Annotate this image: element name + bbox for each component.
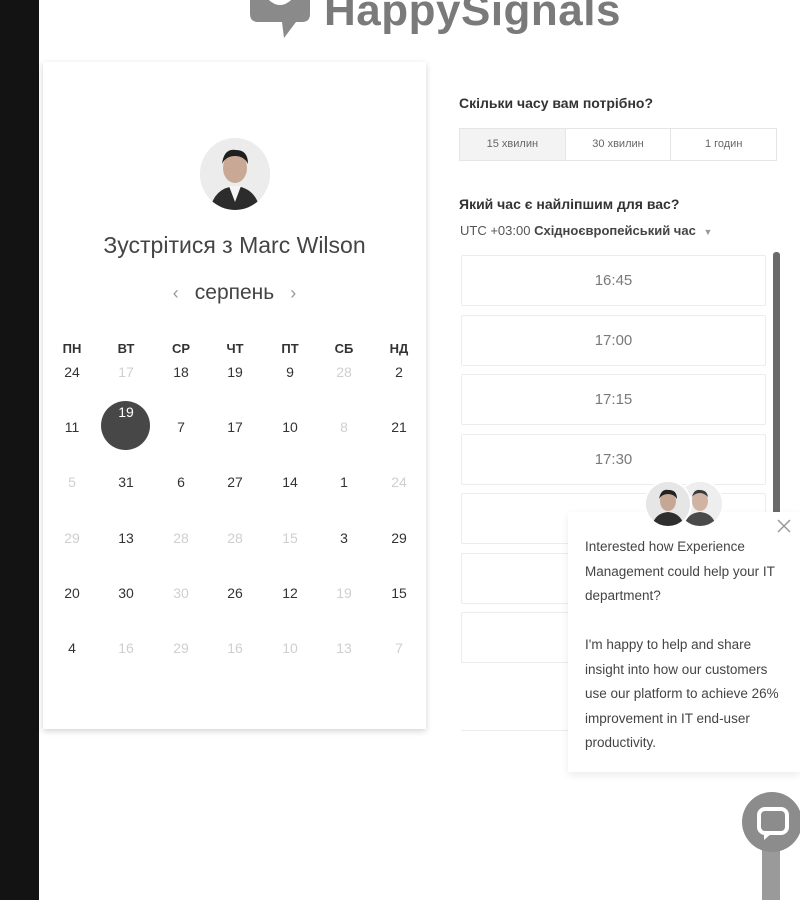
brand-name: HappySignals [324, 0, 621, 35]
timezone-offset: UTC +03:00 [460, 223, 531, 238]
calendar-day: 29 [64, 530, 80, 546]
duration-option[interactable]: 1 годин [671, 129, 776, 160]
calendar-day: 19 [336, 585, 352, 601]
month-navigation: ‹ серпень › [43, 281, 426, 305]
close-icon[interactable] [775, 517, 793, 535]
calendar-day: 5 [68, 474, 76, 490]
chat-popup: Interested how Experience Management cou… [568, 512, 800, 772]
chat-bubble-icon [757, 807, 789, 840]
calendar-day: 16 [118, 640, 134, 656]
time-slot[interactable]: 17:30 [461, 433, 766, 485]
weekday-label: СБ [334, 341, 354, 356]
calendar-day[interactable]: 11 [52, 417, 92, 437]
calendar-day: 29 [173, 640, 189, 656]
calendar-day[interactable]: 27 [215, 472, 255, 492]
calendar-day: 28 [173, 530, 189, 546]
brand-logo: HappySignals [244, 0, 621, 44]
calendar-day: 16 [227, 640, 243, 656]
current-month: серпень [194, 281, 275, 304]
calendar-day[interactable]: 13 [106, 528, 146, 548]
prev-month-icon[interactable]: ‹ [169, 283, 183, 304]
calendar-day: 7 [395, 640, 403, 656]
calendar-day[interactable]: 10 [270, 417, 310, 437]
time-slot[interactable]: 17:15 [461, 374, 766, 425]
weekday-label: ПН [62, 341, 82, 356]
calendar-day[interactable]: 9 [270, 362, 310, 382]
calendar-day[interactable]: 3 [324, 528, 364, 548]
weekday-label: СР [171, 341, 191, 356]
calendar-day: 28 [336, 364, 352, 380]
weekday-label: ЧТ [226, 341, 244, 356]
scheduler-card: Зустрітися з Marc Wilson ‹ серпень › ПН В… [43, 62, 426, 729]
calendar-day[interactable]: 31 [106, 472, 146, 492]
weekday-label: НД [389, 341, 409, 356]
duration-option[interactable]: 15 хвилин [460, 129, 566, 160]
chat-launcher-button[interactable] [742, 792, 800, 852]
calendar-day[interactable]: 21 [379, 417, 419, 437]
calendar-day-selected[interactable]: 19 [106, 402, 146, 422]
chat-message-line: Interested how Experience Management cou… [585, 539, 775, 603]
calendar-day[interactable]: 20 [52, 583, 92, 603]
next-month-icon[interactable]: › [286, 283, 300, 304]
calendar-day[interactable]: 24 [52, 362, 92, 382]
calendar-day[interactable]: 1 [324, 472, 364, 492]
calendar-day: 28 [227, 530, 243, 546]
calendar-day[interactable]: 14 [270, 472, 310, 492]
left-edge-strip [0, 0, 39, 900]
weekday-label: ВТ [117, 341, 135, 356]
timezone-name: Східноєвропейський час [534, 223, 696, 238]
chat-agent-avatars [644, 480, 726, 530]
calendar-day[interactable]: 29 [379, 528, 419, 548]
meeting-title: Зустрітися з Marc Wilson [103, 232, 366, 258]
calendar-day: 30 [173, 585, 189, 601]
duration-option[interactable]: 30 хвилин [566, 129, 672, 160]
caret-down-icon: ▼ [703, 227, 713, 237]
calendar-day[interactable]: 12 [270, 583, 310, 603]
calendar-day[interactable]: 17 [215, 417, 255, 437]
agent-avatar [644, 480, 692, 528]
weekday-header: ПН ВТ СР ЧТ ПТ СБ НД [43, 341, 426, 357]
duration-question: Скільки часу вам потрібно? [459, 95, 654, 111]
calendar-day[interactable]: 18 [161, 362, 201, 382]
time-slot[interactable]: 17:00 [461, 314, 766, 366]
calendar-day[interactable]: 30 [106, 583, 146, 603]
calendar-day: 13 [336, 640, 352, 656]
calendar-day[interactable]: 6 [161, 472, 201, 492]
slot-list-scrollbar[interactable] [773, 252, 780, 517]
time-question: Який час є найліпшим для вас? [459, 196, 680, 212]
host-avatar [200, 138, 270, 210]
calendar-day[interactable]: 7 [161, 417, 201, 437]
calendar-day[interactable]: 19 [215, 362, 255, 382]
calendar-day: 24 [391, 474, 407, 490]
calendar-day: 10 [282, 640, 298, 656]
duration-selector: 15 хвилин 30 хвилин 1 годин [459, 128, 777, 161]
logo-speech-bubble-icon [244, 0, 316, 44]
weekday-label: ПТ [281, 341, 299, 356]
chat-button-stem [762, 850, 780, 900]
chat-message-line: I'm happy to help and share insight into… [585, 637, 779, 750]
calendar-day[interactable]: 2 [379, 362, 419, 382]
time-slot[interactable]: 16:45 [461, 255, 766, 306]
calendar-day: 17 [118, 364, 134, 380]
calendar-day: 15 [282, 530, 298, 546]
calendar-day[interactable]: 4 [52, 638, 92, 658]
calendar-day[interactable]: 15 [379, 583, 419, 603]
calendar-day: 8 [340, 419, 348, 435]
calendar-day[interactable]: 26 [215, 583, 255, 603]
timezone-selector[interactable]: UTC +03:00 Східноєвропейський час ▼ [460, 223, 712, 238]
chat-message: Interested how Experience Management cou… [585, 535, 790, 756]
